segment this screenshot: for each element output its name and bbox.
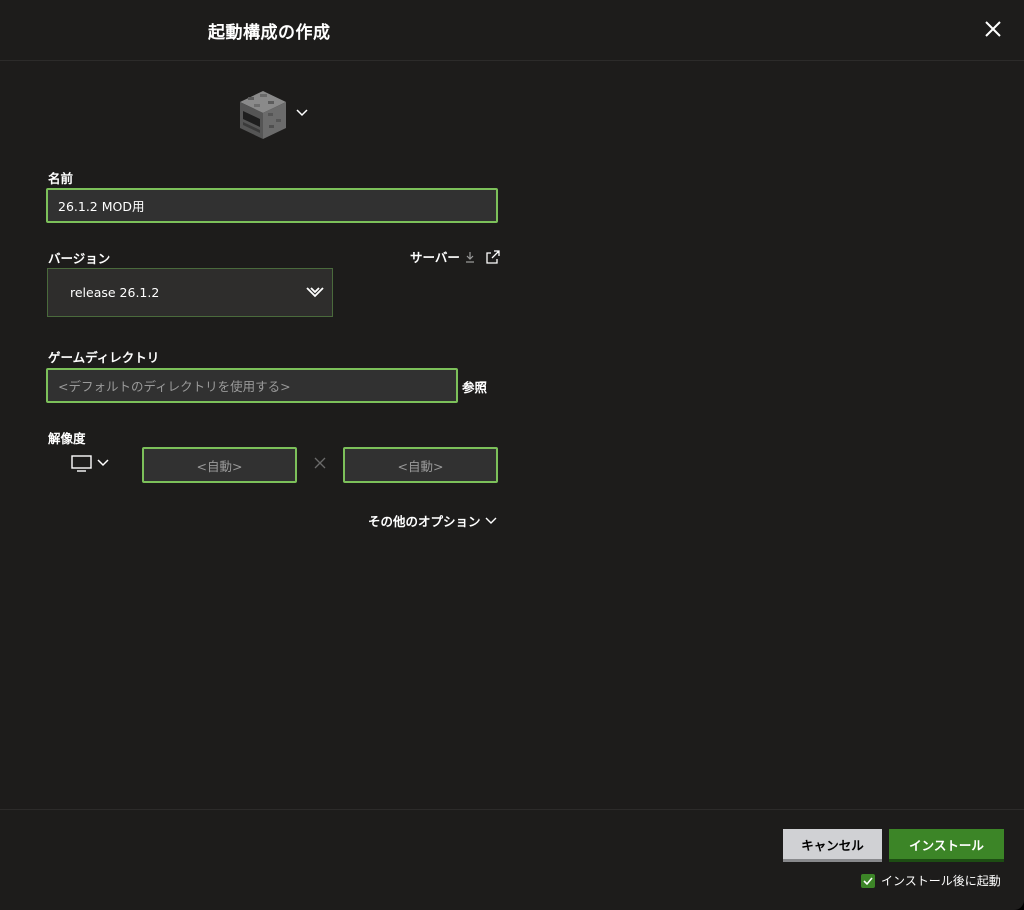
- version-select[interactable]: release 26.1.2: [47, 268, 333, 317]
- browse-button[interactable]: 参照: [462, 377, 487, 396]
- resolution-width-input[interactable]: <自動>: [142, 447, 297, 483]
- resolution-preset-dropdown[interactable]: [71, 455, 111, 473]
- chevron-down-icon: [306, 287, 324, 298]
- resolution-height-placeholder: <自動>: [397, 458, 444, 474]
- resolution-width-placeholder: <自動>: [196, 458, 243, 474]
- server-link-label: サーバー: [410, 250, 460, 265]
- resolution-label: 解像度: [48, 431, 86, 446]
- cancel-button[interactable]: キャンセル: [783, 829, 882, 862]
- close-button[interactable]: [982, 18, 1004, 40]
- server-download-link[interactable]: サーバー: [410, 247, 500, 266]
- version-selected-value: release 26.1.2: [70, 285, 160, 300]
- launch-after-install-row: インストール後に起動: [861, 872, 1001, 889]
- name-label: 名前: [48, 171, 74, 186]
- game-directory-label: ゲームディレクトリ: [48, 350, 160, 365]
- checkmark-icon: [863, 876, 873, 885]
- create-installation-dialog: 起動構成の作成 名前 26.1.2 MOD用 バージョン サーバー releas…: [0, 0, 1024, 910]
- times-icon: [314, 457, 326, 469]
- monitor-icon: [71, 455, 92, 472]
- more-options-label: その他のオプション: [368, 514, 481, 529]
- installation-icon-picker[interactable]: [238, 89, 314, 141]
- dialog-header: 起動構成の作成: [0, 0, 1024, 61]
- close-icon: [985, 21, 1001, 37]
- external-link-icon: [486, 249, 500, 264]
- name-value: 26.1.2 MOD用: [58, 199, 145, 214]
- game-directory-input[interactable]: <デフォルトのディレクトリを使用する>: [46, 368, 458, 403]
- name-input[interactable]: 26.1.2 MOD用: [46, 188, 498, 223]
- install-button[interactable]: インストール: [889, 829, 1004, 862]
- launch-after-install-checkbox[interactable]: [861, 873, 875, 888]
- dialog-title: 起動構成の作成: [208, 23, 331, 43]
- chevron-down-icon: [97, 459, 109, 467]
- furnace-block-icon: [240, 91, 286, 139]
- launch-after-install-label: インストール後に起動: [881, 874, 1001, 888]
- download-icon: [465, 251, 474, 263]
- more-options-toggle[interactable]: その他のオプション: [368, 511, 497, 530]
- game-directory-placeholder: <デフォルトのディレクトリを使用する>: [58, 379, 291, 394]
- resolution-height-input[interactable]: <自動>: [343, 447, 498, 483]
- chevron-down-icon: [485, 517, 497, 524]
- version-label: バージョン: [48, 251, 111, 266]
- chevron-down-icon: [296, 109, 308, 117]
